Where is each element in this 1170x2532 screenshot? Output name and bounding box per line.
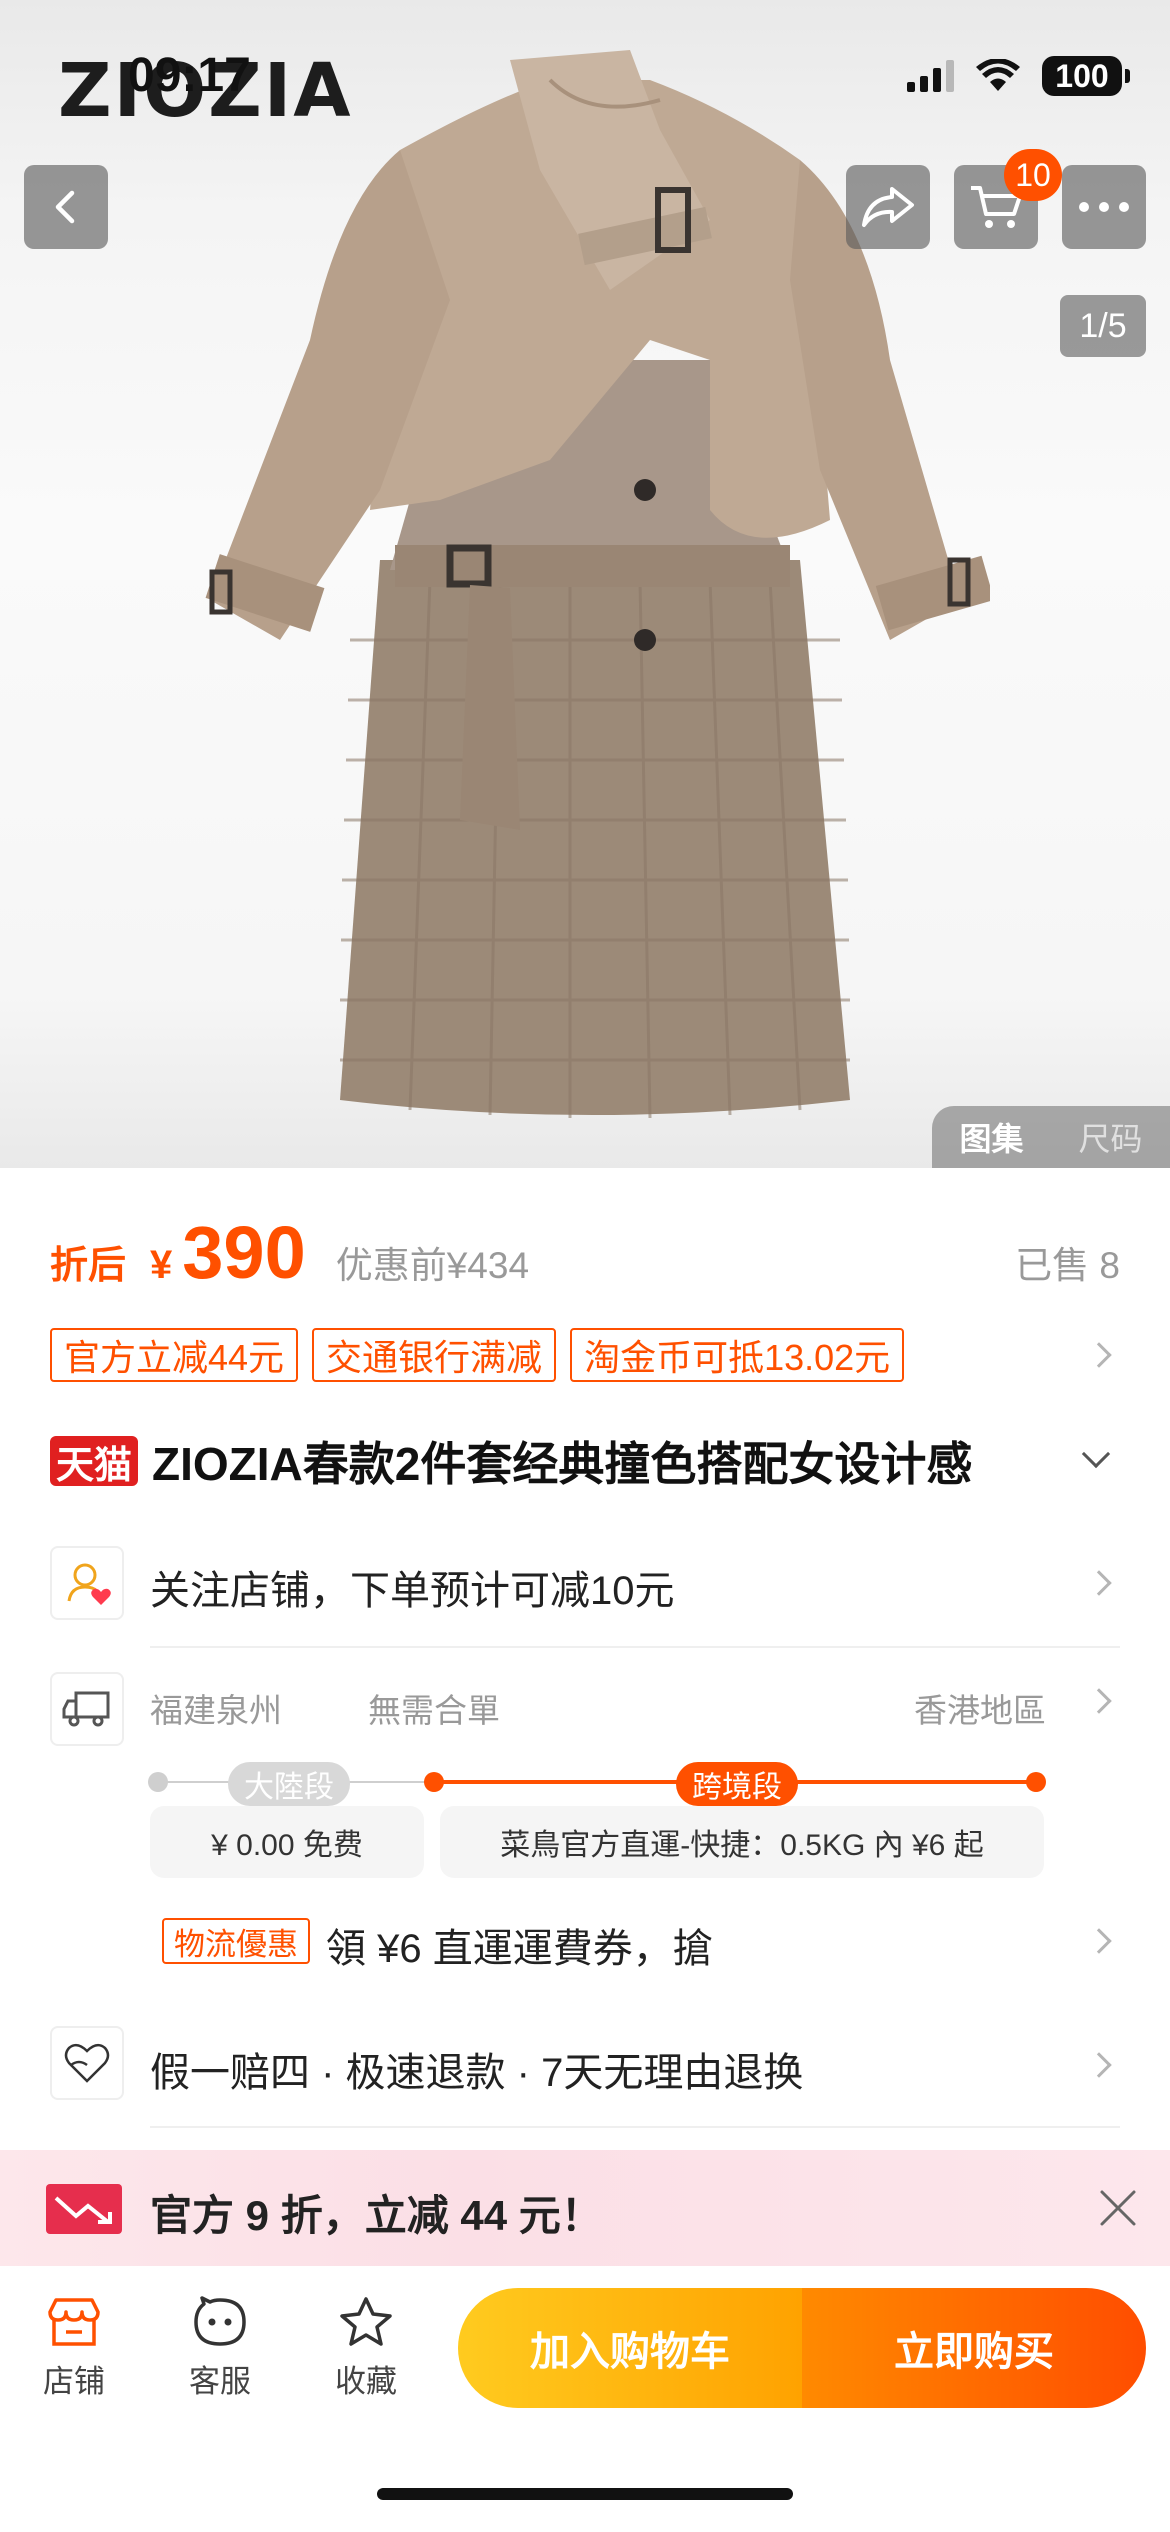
crossborder-fee: 菜鳥官方直運-快捷：0.5KG 內 ¥6 起 — [440, 1806, 1044, 1878]
price-prefix: 折后 — [50, 1245, 127, 1287]
price-currency: ¥ — [150, 1243, 173, 1287]
divider — [150, 1646, 1120, 1648]
favorite-button[interactable]: 收藏 — [316, 2296, 416, 2401]
price-drop-icon — [46, 2184, 122, 2234]
ship-to: 香港地區 — [914, 1692, 1046, 1729]
share-icon — [862, 187, 914, 227]
product-title: ZIOZIA春款2件套经典撞色搭配女设计感 — [152, 1438, 973, 1490]
track-dot — [148, 1772, 168, 1792]
price-row: 折后 ¥ 390 优惠前¥434 已售 8 — [50, 1210, 1120, 1294]
promo-tags[interactable]: 官方立减44元 交通银行满减 淘金币可抵13.02元 — [50, 1328, 1120, 1382]
status-time: 09:17 — [128, 49, 251, 102]
domestic-fee: ¥ 0.00 免费 — [150, 1806, 424, 1878]
follow-store-text[interactable]: 关注店铺，下单预计可减10元 — [150, 1558, 675, 1616]
shipping-track: 大陸段 跨境段 — [148, 1762, 1046, 1806]
ship-merge: 無需合單 — [368, 1692, 500, 1729]
chevron-right-icon — [1086, 2052, 1112, 2078]
store-icon — [48, 2298, 100, 2346]
ship-from: 福建泉州 — [150, 1692, 282, 1729]
cellular-signal-icon — [907, 60, 954, 92]
product-title-row[interactable]: 天猫 ZIOZIA春款2件套经典撞色搭配女设计感 — [50, 1428, 1120, 1494]
more-button[interactable] — [1062, 165, 1146, 249]
divider — [150, 2126, 1120, 2128]
segment-crossborder: 跨境段 — [676, 1762, 798, 1806]
follow-store-icon-box — [50, 1546, 124, 1620]
track-dot — [1026, 1772, 1046, 1792]
shipping-icon-box — [50, 1672, 124, 1746]
gallery-tabs: 图集 尺码 — [932, 1106, 1170, 1168]
heart-icon — [64, 2043, 110, 2083]
track-dot — [424, 1772, 444, 1792]
tmall-badge: 天猫 — [50, 1436, 139, 1487]
cart-count-badge: 10 — [1004, 149, 1062, 201]
promo-banner[interactable]: 官方 9 折，立减 44 元！ — [0, 2150, 1170, 2266]
home-indicator[interactable] — [377, 2488, 793, 2500]
price-value: 390 — [182, 1211, 306, 1294]
tab-gallery[interactable]: 图集 — [959, 1114, 1023, 1160]
promo-tag: 官方立减44元 — [50, 1328, 299, 1382]
original-price: 优惠前¥434 — [335, 1245, 530, 1286]
favorite-label: 收藏 — [335, 2364, 397, 2399]
wifi-icon — [976, 59, 1020, 91]
logistics-coupon-text[interactable]: 領 ¥6 直運運費券，搶 — [326, 1916, 713, 1974]
truck-icon — [62, 1691, 110, 1727]
back-button[interactable] — [24, 165, 108, 249]
promo-tag: 淘金币可抵13.02元 — [570, 1328, 905, 1382]
sold-count: 已售 8 — [1015, 1245, 1120, 1286]
close-icon[interactable] — [1098, 2188, 1138, 2228]
guarantee-icon-box — [50, 2026, 124, 2100]
promo-tag: 交通银行满减 — [312, 1328, 557, 1382]
user-heart-icon — [67, 1563, 111, 1605]
share-button[interactable] — [846, 165, 930, 249]
cart-button[interactable]: 10 — [954, 149, 1062, 249]
store-button[interactable]: 店铺 — [24, 2296, 124, 2401]
battery-icon: 100 — [1042, 56, 1130, 96]
product-image-gallery[interactable]: ZIOZIA 09:17 100 10 1/5 图集 尺码 — [0, 0, 1170, 1168]
logistics-discount-tag: 物流優惠 — [162, 1918, 310, 1964]
buy-now-button[interactable]: 立即购买 — [802, 2288, 1146, 2408]
star-icon — [340, 2297, 392, 2346]
chevron-right-icon — [1086, 1570, 1112, 1596]
store-label: 店铺 — [43, 2364, 105, 2399]
image-page-indicator: 1/5 — [1060, 295, 1146, 357]
chevron-right-icon — [1086, 1688, 1112, 1714]
guarantee-text[interactable]: 假一赔四 · 极速退款 · 7天无理由退换 — [150, 2040, 803, 2098]
purchase-buttons: 加入购物车 立即购买 — [458, 2288, 1146, 2408]
chevron-down-icon[interactable] — [1081, 1439, 1111, 1469]
chevron-left-icon — [55, 190, 75, 224]
tab-size[interactable]: 尺码 — [1078, 1114, 1142, 1160]
promo-banner-text: 官方 9 折，立减 44 元！ — [150, 2192, 603, 2239]
customer-service-button[interactable]: 客服 — [170, 2296, 270, 2401]
more-icon — [1079, 202, 1129, 212]
segment-domestic: 大陸段 — [228, 1762, 350, 1806]
add-to-cart-button[interactable]: 加入购物车 — [458, 2288, 802, 2408]
chevron-right-icon — [1086, 1928, 1112, 1954]
chat-face-icon — [194, 2296, 246, 2346]
service-label: 客服 — [189, 2364, 251, 2399]
status-indicators: 100 — [907, 56, 1130, 96]
